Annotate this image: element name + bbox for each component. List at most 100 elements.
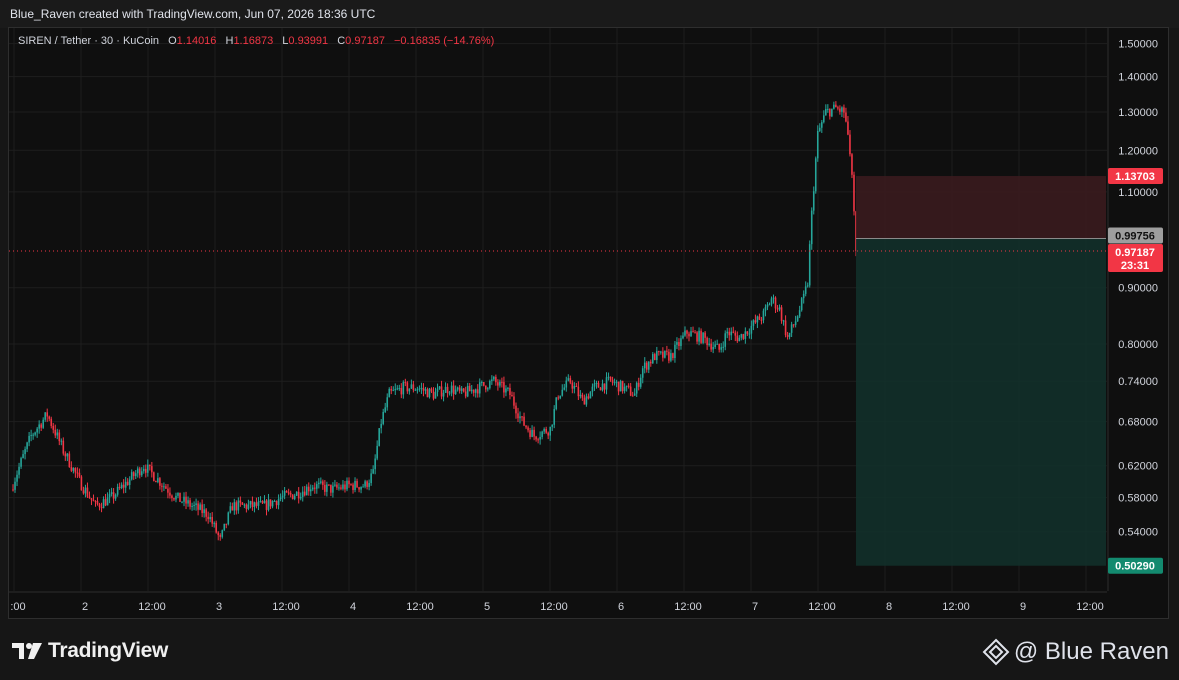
candle-body <box>633 393 636 396</box>
candle-body <box>567 378 570 381</box>
candle-body <box>499 381 501 386</box>
candle-body <box>225 523 228 525</box>
candle-body <box>738 337 741 342</box>
candle-body <box>305 486 308 496</box>
candle-body <box>82 490 85 494</box>
candle-body <box>76 472 79 474</box>
candle-body <box>654 354 656 361</box>
candle-body <box>706 337 708 346</box>
candle-body <box>94 501 97 503</box>
candle-body <box>688 333 690 337</box>
candle-body <box>388 388 391 398</box>
candle-body <box>18 466 20 475</box>
candle-body <box>501 381 503 383</box>
candle-body <box>78 472 81 477</box>
candle-body <box>364 481 366 487</box>
candle-body <box>456 387 459 390</box>
candle-body <box>342 484 344 489</box>
candle-body <box>563 387 566 390</box>
candle-body <box>16 474 18 482</box>
tradingview-logo[interactable]: TradingView <box>12 639 168 663</box>
candle-body <box>231 506 234 511</box>
candle-body <box>722 346 725 348</box>
candle-body <box>533 429 535 437</box>
candle-body <box>239 500 242 503</box>
candle-body <box>613 382 616 384</box>
x-tick-label: 12:00 <box>272 601 300 613</box>
candle-body <box>489 380 491 389</box>
candle-body <box>768 304 771 306</box>
candle-body <box>193 504 195 506</box>
candle-body <box>34 432 36 435</box>
candle-body <box>64 453 67 457</box>
candle-body <box>313 487 316 489</box>
legend-close-value: 0.97187 <box>345 35 385 47</box>
candle-body <box>330 484 332 493</box>
candle-body <box>247 504 250 509</box>
candle-body <box>682 335 684 339</box>
candle-body <box>136 468 139 474</box>
candle-body <box>827 108 829 110</box>
candle-body <box>26 442 28 450</box>
candle-body <box>517 413 519 419</box>
x-tick-label: 8 <box>886 601 892 613</box>
candle-body <box>303 491 306 496</box>
legend-symbol[interactable]: SIREN / Tether · 30 · KuCoin <box>18 35 159 47</box>
candle-body <box>386 397 389 408</box>
candle-body <box>728 331 731 336</box>
candle-body <box>181 501 183 503</box>
candle-body <box>165 486 167 489</box>
candle-body <box>452 385 455 395</box>
candle-body <box>595 382 598 384</box>
candle-body <box>12 489 14 491</box>
candle-body <box>478 382 481 394</box>
candle-body <box>80 476 83 491</box>
last-price-badge-text: 23:31 <box>1121 260 1149 272</box>
candle-body <box>108 494 111 498</box>
candle-body <box>853 174 855 212</box>
candle-body <box>211 517 213 524</box>
candle-body <box>358 487 360 490</box>
stop-loss-zone[interactable] <box>856 176 1106 239</box>
candle-body <box>32 434 34 436</box>
y-tick-label: 1.30000 <box>1118 107 1158 119</box>
candle-body <box>106 497 109 506</box>
candle-body <box>462 388 465 392</box>
candle-body <box>332 485 334 493</box>
candle-body <box>179 492 181 502</box>
candle-body <box>444 386 447 393</box>
candle-body <box>406 382 409 392</box>
candle-body <box>784 320 787 335</box>
candle-body <box>42 419 44 428</box>
candle-body <box>318 482 320 485</box>
candle-body <box>414 389 417 391</box>
candle-body <box>450 385 453 393</box>
candle-body <box>641 368 644 378</box>
candle-body <box>485 385 487 390</box>
candle-body <box>380 423 382 429</box>
candle-body <box>354 480 356 490</box>
y-tick-label: 0.62000 <box>1118 461 1158 473</box>
candle-body <box>513 396 515 406</box>
candle-body <box>583 397 586 405</box>
candle-body <box>686 330 688 334</box>
candle-body <box>561 389 564 396</box>
candle-body <box>390 388 393 391</box>
x-tick-label: 6 <box>618 601 624 613</box>
candle-body <box>808 244 811 286</box>
price-chart[interactable]: 1.50000 1.40000 1.30000 1.20000 1.10000 0.900… <box>0 0 1179 680</box>
candle-body <box>118 486 121 488</box>
candle-body <box>205 509 207 517</box>
candle-body <box>672 353 674 359</box>
candle-body <box>38 424 40 429</box>
candle-body <box>732 331 735 333</box>
candle-body <box>851 154 853 175</box>
candle-body <box>573 386 576 389</box>
candle-body <box>128 479 131 486</box>
take-profit-zone[interactable] <box>856 238 1106 566</box>
candle-body <box>647 361 650 370</box>
legend-low-value: 0.93991 <box>288 35 329 47</box>
candle-body <box>350 484 352 486</box>
candle-body <box>320 481 322 483</box>
candle-body <box>823 115 825 123</box>
